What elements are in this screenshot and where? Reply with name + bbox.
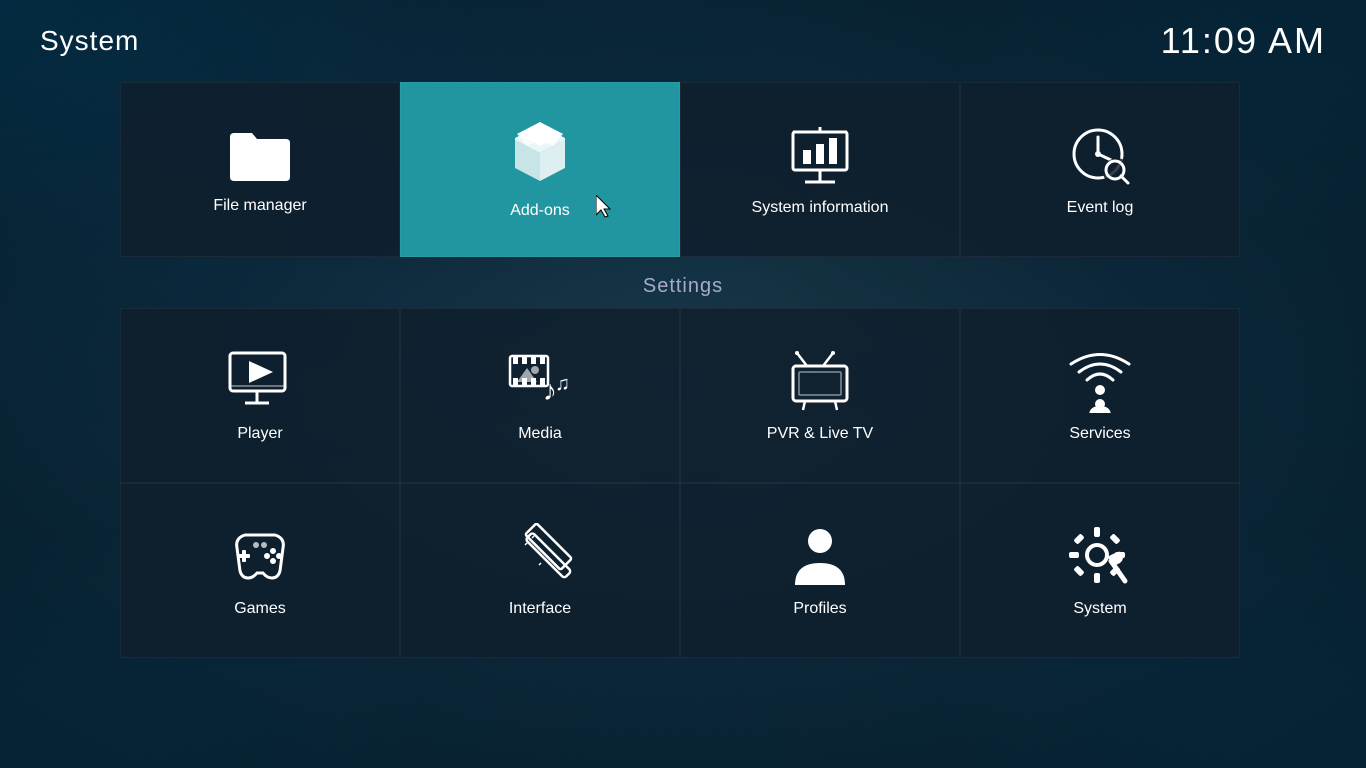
- tile-player[interactable]: Player: [120, 308, 400, 483]
- services-icon: [1065, 348, 1135, 413]
- interface-icon: [505, 523, 575, 588]
- page-title: System: [40, 25, 139, 57]
- system-information-label: System information: [752, 199, 889, 217]
- top-row: File manager Add-ons: [120, 82, 1246, 257]
- tile-profiles[interactable]: Profiles: [680, 483, 960, 658]
- settings-header: Settings: [120, 257, 1246, 308]
- clock: 11:09 AM: [1161, 20, 1326, 62]
- tile-add-ons[interactable]: Add-ons: [400, 82, 680, 257]
- tile-interface[interactable]: Interface: [400, 483, 680, 658]
- tile-pvr-live-tv[interactable]: PVR & Live TV: [680, 308, 960, 483]
- services-label: Services: [1069, 425, 1130, 443]
- system-settings-icon: [1065, 523, 1135, 588]
- svg-text:♫: ♫: [555, 373, 570, 395]
- tile-games[interactable]: Games: [120, 483, 400, 658]
- tile-media[interactable]: ♪ ♫ Media: [400, 308, 680, 483]
- tile-system-information[interactable]: System information: [680, 82, 960, 257]
- event-log-label: Event log: [1067, 199, 1134, 217]
- media-label: Media: [518, 425, 562, 443]
- settings-row-2: Games Interface: [120, 483, 1246, 658]
- event-log-icon: [1065, 122, 1135, 187]
- games-label: Games: [234, 600, 286, 618]
- settings-rows: Player: [120, 308, 1246, 658]
- profiles-label: Profiles: [793, 600, 846, 618]
- system-settings-label: System: [1073, 600, 1126, 618]
- games-icon: [225, 523, 295, 588]
- tile-event-log[interactable]: Event log: [960, 82, 1240, 257]
- player-label: Player: [237, 425, 282, 443]
- file-manager-icon: [225, 125, 295, 185]
- add-ons-label: Add-ons: [510, 202, 570, 220]
- profiles-icon: [785, 523, 855, 588]
- interface-label: Interface: [509, 600, 571, 618]
- add-ons-icon: [505, 120, 575, 190]
- tile-services[interactable]: Services: [960, 308, 1240, 483]
- tile-file-manager[interactable]: File manager: [120, 82, 400, 257]
- system-information-icon: [785, 122, 855, 187]
- settings-row-1: Player: [120, 308, 1246, 483]
- media-icon: ♪ ♫: [505, 348, 575, 413]
- main-content: File manager Add-ons: [0, 82, 1366, 658]
- pvr-live-tv-icon: [785, 348, 855, 413]
- header: System 11:09 AM: [0, 0, 1366, 82]
- pvr-live-tv-label: PVR & Live TV: [767, 425, 873, 443]
- player-icon: [225, 348, 295, 413]
- tile-system[interactable]: System: [960, 483, 1240, 658]
- file-manager-label: File manager: [213, 197, 306, 215]
